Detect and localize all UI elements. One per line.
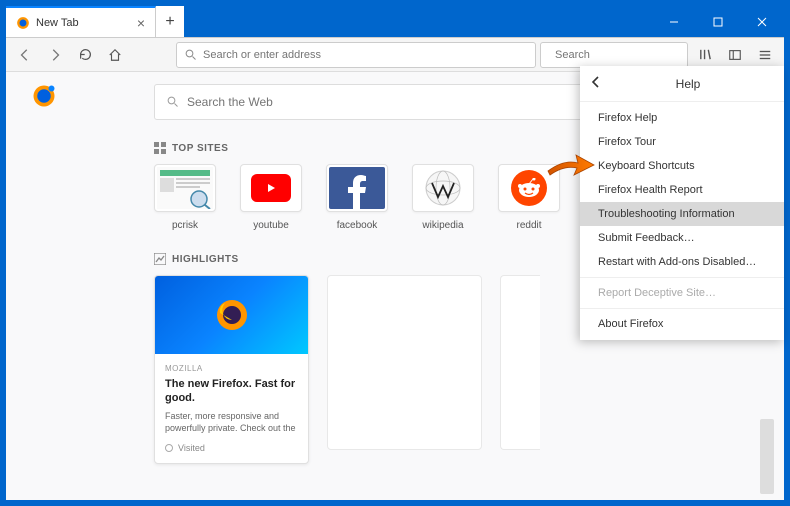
pcrisk-thumbnail-icon [157, 167, 213, 209]
panel-title: Help [602, 77, 774, 91]
grid-icon [154, 142, 166, 154]
site-label: pcrisk [172, 220, 198, 231]
section-title: HIGHLIGHTS [172, 254, 239, 265]
highlights-icon [154, 253, 166, 265]
firefox-icon [16, 16, 30, 30]
help-item-submit-feedback[interactable]: Submit Feedback… [580, 226, 784, 250]
help-item-firefox-tour[interactable]: Firefox Tour [580, 130, 784, 154]
help-item-about-firefox[interactable]: About Firefox [580, 312, 784, 336]
highlight-placeholder [327, 275, 482, 450]
firefox-icon [215, 298, 249, 332]
sidebar-button[interactable] [722, 42, 748, 68]
maximize-button[interactable] [696, 6, 740, 37]
section-title: TOP SITES [172, 143, 228, 154]
browser-tab[interactable]: New Tab × [6, 6, 156, 37]
top-site-wikipedia[interactable]: wikipedia [412, 164, 474, 231]
reddit-icon [511, 170, 547, 206]
help-item-report-deceptive: Report Deceptive Site… [580, 281, 784, 305]
highlight-card[interactable]: MOZILLA The new Firefox. Fast for good. … [154, 275, 309, 464]
scrollbar-thumb[interactable] [760, 419, 774, 494]
help-menu-list: Firefox Help Firefox Tour Keyboard Short… [580, 102, 784, 340]
facebook-icon [329, 167, 385, 209]
menu-button[interactable] [752, 42, 778, 68]
menu-separator [580, 308, 784, 309]
visited-icon [165, 444, 173, 452]
window-controls [652, 6, 784, 37]
address-input[interactable] [203, 49, 527, 61]
card-tag: MOZILLA [165, 364, 298, 373]
site-label: facebook [337, 220, 378, 231]
top-site-pcrisk[interactable]: pcrisk [154, 164, 216, 231]
site-label: youtube [253, 220, 289, 231]
library-button[interactable] [692, 42, 718, 68]
address-bar[interactable] [176, 42, 536, 68]
highlight-placeholder [500, 275, 540, 450]
tab-close-button[interactable]: × [135, 15, 147, 31]
site-label: wikipedia [422, 220, 463, 231]
site-label: reddit [516, 220, 541, 231]
forward-button[interactable] [42, 42, 68, 68]
help-item-keyboard-shortcuts[interactable]: Keyboard Shortcuts [580, 154, 784, 178]
firefox-logo-icon [32, 84, 56, 108]
help-panel-header: Help [580, 66, 784, 102]
top-site-reddit[interactable]: reddit [498, 164, 560, 231]
help-menu-panel: Help Firefox Help Firefox Tour Keyboard … [580, 66, 784, 340]
new-tab-button[interactable]: + [156, 6, 184, 37]
tab-title: New Tab [36, 17, 129, 29]
panel-back-button[interactable] [590, 75, 602, 93]
back-button[interactable] [12, 42, 38, 68]
top-site-facebook[interactable]: facebook [326, 164, 388, 231]
youtube-icon [251, 174, 291, 202]
titlebar-drag-area[interactable] [184, 6, 652, 37]
help-item-firefox-help[interactable]: Firefox Help [580, 106, 784, 130]
close-button[interactable] [740, 6, 784, 37]
minimize-button[interactable] [652, 6, 696, 37]
titlebar: New Tab × + [6, 6, 784, 38]
wikipedia-icon [424, 169, 462, 207]
help-item-restart-addons-disabled[interactable]: Restart with Add-ons Disabled… [580, 250, 784, 274]
card-title: The new Firefox. Fast for good. [165, 377, 298, 406]
search-icon [167, 96, 179, 108]
search-bar[interactable] [540, 42, 688, 68]
card-description: Faster, more responsive and powerfully p… [165, 410, 298, 435]
search-icon [185, 49, 197, 61]
help-item-health-report[interactable]: Firefox Health Report [580, 178, 784, 202]
search-input[interactable] [555, 49, 697, 61]
top-site-youtube[interactable]: youtube [240, 164, 302, 231]
help-item-troubleshooting[interactable]: Troubleshooting Information [580, 202, 784, 226]
card-status: Visited [178, 443, 205, 453]
reload-button[interactable] [72, 42, 98, 68]
menu-separator [580, 277, 784, 278]
home-button[interactable] [102, 42, 128, 68]
